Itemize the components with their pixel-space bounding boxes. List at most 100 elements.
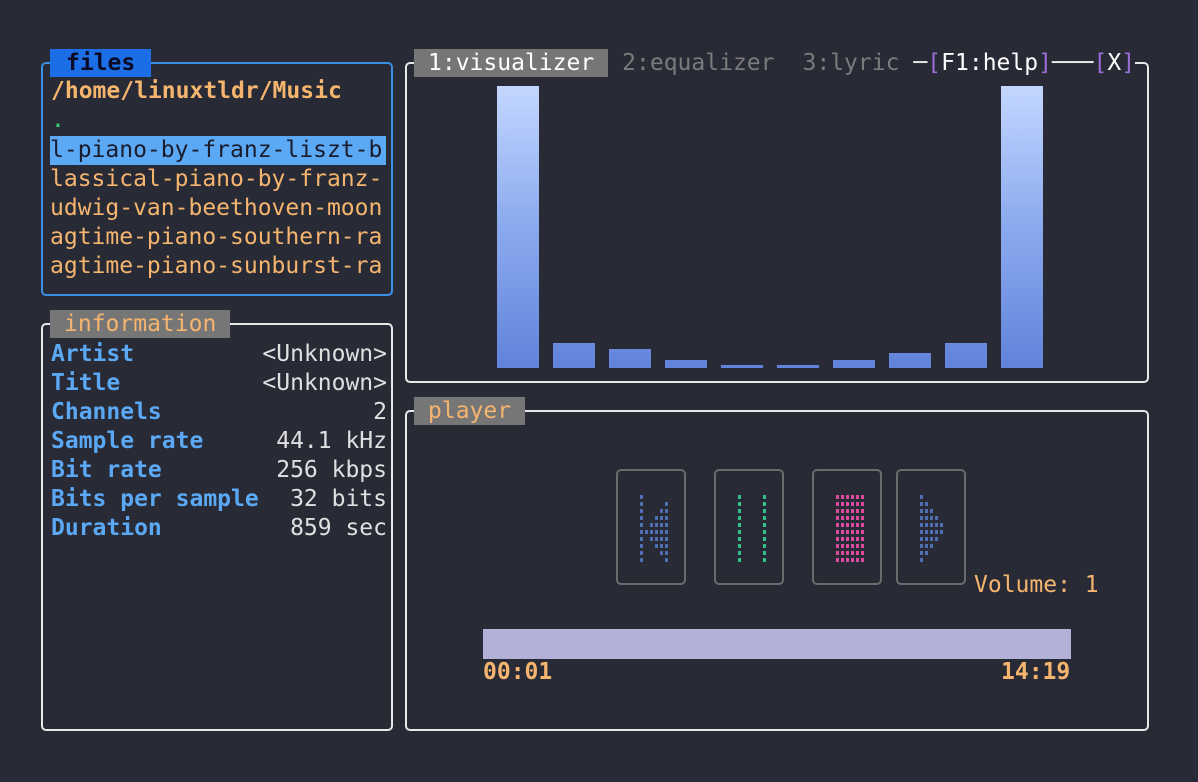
tab-equalizer[interactable]: 2:equalizer <box>608 49 788 77</box>
play-icon <box>920 495 943 562</box>
icon-dot <box>861 551 864 555</box>
icon-dot <box>763 523 766 527</box>
icon-dot <box>655 544 658 548</box>
icon-dot <box>640 509 643 513</box>
info-key: Channels <box>51 399 162 425</box>
close-button[interactable]: X <box>1107 49 1121 77</box>
icon-dot <box>660 530 663 534</box>
icon-dot <box>841 530 844 534</box>
spectrum-bar <box>609 349 651 368</box>
icon-dot <box>846 558 849 562</box>
icon-dot <box>846 551 849 555</box>
icon-dot <box>940 523 943 527</box>
spectrum-bar <box>833 360 875 368</box>
spectrum-bar <box>945 343 987 368</box>
total-time: 14:19 <box>1001 659 1071 685</box>
icon-dot <box>763 551 766 555</box>
help-button[interactable]: F1:help <box>941 49 1038 77</box>
icon-dot <box>861 537 864 541</box>
play-button[interactable] <box>896 469 966 585</box>
icon-dot <box>925 530 928 534</box>
icon-dot <box>846 537 849 541</box>
icon-dot <box>841 544 844 548</box>
spectrum-bar <box>553 343 595 368</box>
file-item-selected[interactable]: l-piano-by-franz-liszt-b <box>50 136 386 165</box>
icon-dot <box>856 558 859 562</box>
icon-dot <box>935 537 938 541</box>
spectrum-bar <box>721 365 763 368</box>
icon-dot <box>861 516 864 520</box>
info-key: Artist <box>51 341 135 367</box>
icon-dot <box>856 509 859 513</box>
files-panel: files /home/linuxtldr/Music . l-piano-by… <box>41 49 393 296</box>
icon-dot <box>841 502 844 506</box>
tab-lyric[interactable]: 3:lyric <box>789 49 914 77</box>
elapsed-time: 00:01 <box>483 659 553 685</box>
info-row-artist: Artist <Unknown> <box>51 340 387 369</box>
icon-dot <box>925 537 928 541</box>
icon-dot <box>645 530 648 534</box>
icon-dot <box>841 509 844 513</box>
file-item[interactable]: agtime-piano-southern-ra <box>50 223 386 252</box>
info-row-duration: Duration 859 sec <box>51 514 387 543</box>
icon-dot <box>856 551 859 555</box>
spectrum-bar <box>497 86 539 368</box>
icon-dot <box>920 509 923 513</box>
icon-dot <box>851 509 854 513</box>
icon-dot <box>655 537 658 541</box>
bracket-left: [ <box>927 50 942 76</box>
stop-button[interactable] <box>812 469 882 585</box>
icon-dot <box>640 495 643 499</box>
icon-dot <box>660 509 663 513</box>
icon-dot <box>851 551 854 555</box>
icon-dot <box>925 544 928 548</box>
icon-dot <box>856 495 859 499</box>
volume-indicator: Volume: 1 <box>974 572 1099 598</box>
icon-dot <box>920 558 923 562</box>
icon-dot <box>640 516 643 520</box>
icon-dot <box>640 537 643 541</box>
icon-dot <box>660 516 663 520</box>
file-item[interactable]: lassical-piano-by-franz- <box>50 165 386 194</box>
icon-dot <box>738 495 741 499</box>
border-divider: ─ <box>913 50 928 76</box>
icon-dot <box>920 516 923 520</box>
icon-dot <box>861 495 864 499</box>
pause-button[interactable] <box>714 469 784 585</box>
icon-dot <box>851 502 854 506</box>
icon-dot <box>655 530 658 534</box>
icon-dot <box>738 523 741 527</box>
parent-directory-entry[interactable]: . <box>51 107 65 133</box>
icon-dot <box>655 516 658 520</box>
icon-dot <box>763 509 766 513</box>
info-value: 2 <box>373 399 387 425</box>
icon-dot <box>856 537 859 541</box>
icon-dot <box>665 502 668 506</box>
tab-visualizer[interactable]: 1:visualizer <box>414 49 609 77</box>
bracket-left: [ <box>1093 50 1108 76</box>
icon-dot <box>841 523 844 527</box>
icon-dot <box>841 558 844 562</box>
icon-dot <box>763 544 766 548</box>
icon-dot <box>861 530 864 534</box>
progress-bar[interactable] <box>483 629 1071 659</box>
previous-button[interactable] <box>616 469 686 585</box>
icon-dot <box>738 558 741 562</box>
icon-dot <box>935 516 938 520</box>
icon-dot <box>763 502 766 506</box>
info-row-bits-per-sample: Bits per sample 32 bits <box>51 485 387 514</box>
file-item[interactable]: agtime-piano-sunburst-ra <box>50 252 386 281</box>
icon-dot <box>846 502 849 506</box>
icon-dot <box>935 530 938 534</box>
icon-dot <box>640 558 643 562</box>
spectrum-bar <box>889 353 931 368</box>
progress-fill <box>483 629 1071 659</box>
icon-dot <box>650 537 653 541</box>
icon-dot <box>836 530 839 534</box>
icon-dot <box>665 516 668 520</box>
file-item[interactable]: udwig-van-beethoven-moon <box>50 194 386 223</box>
icon-dot <box>836 495 839 499</box>
icon-dot <box>930 530 933 534</box>
icon-dot <box>665 551 668 555</box>
info-key: Bits per sample <box>51 486 259 512</box>
